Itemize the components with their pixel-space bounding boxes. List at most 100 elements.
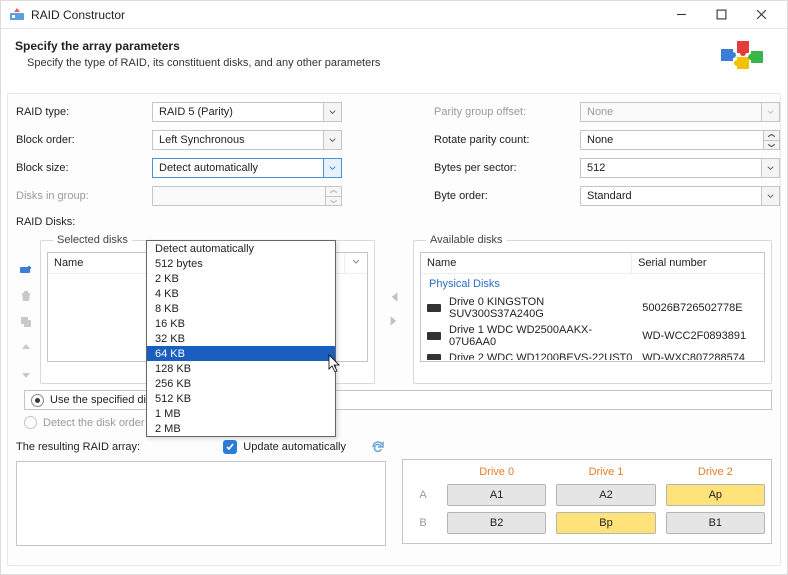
chevron-down-icon <box>761 159 779 177</box>
drive-header: Drive 2 <box>666 466 765 478</box>
resulting-array-box[interactable] <box>16 461 386 546</box>
page-header: Specify the array parameters Specify the… <box>1 29 787 93</box>
titlebar: RAID Constructor <box>1 1 787 29</box>
dropdown-option[interactable]: 4 KB <box>147 286 335 301</box>
radio-icon <box>31 394 44 407</box>
disk-icon <box>427 304 441 312</box>
list-item[interactable]: Drive 1 WDC WD2500AAKX-07U6AA0 WD-WCC2F08… <box>421 322 764 350</box>
add-disk-button[interactable] <box>16 260 36 280</box>
disk-group-label[interactable]: Physical Disks <box>421 274 764 294</box>
selected-disks-legend: Selected disks <box>53 234 132 246</box>
move-down-button[interactable] <box>16 364 36 384</box>
disk-toolbar <box>16 234 36 384</box>
dropdown-option[interactable]: 32 KB <box>147 331 335 346</box>
raid-disks-label: RAID Disks: <box>16 216 772 228</box>
transfer-buttons <box>379 234 409 384</box>
disks-in-group-label: Disks in group: <box>16 190 146 202</box>
block-order-label: Block order: <box>16 134 146 146</box>
chevron-down-icon <box>761 187 779 205</box>
disk-serial: WD-WXC807288574 <box>642 352 758 360</box>
radio-icon <box>24 416 37 429</box>
drive-row: BB2BpB1 <box>409 512 765 534</box>
byte-order-select[interactable]: Standard <box>580 186 780 206</box>
data-cell: B1 <box>666 512 765 534</box>
delete-disk-button[interactable] <box>16 286 36 306</box>
available-disks-list[interactable]: Name Serial number Physical Disks Drive … <box>420 252 765 362</box>
checkbox-label: Update automatically <box>243 441 346 453</box>
dropdown-option[interactable]: 16 KB <box>147 316 335 331</box>
disk-serial: WD-WCC2F0893891 <box>642 330 758 342</box>
block-size-label: Block size: <box>16 162 146 174</box>
detect-order-radio[interactable]: Detect the disk order automatically <box>24 416 772 429</box>
drive-row: AA1A2Ap <box>409 484 765 506</box>
parity-offset-label: Parity group offset: <box>434 106 574 118</box>
dropdown-option[interactable]: 8 KB <box>147 301 335 316</box>
row-label: B <box>409 517 437 529</box>
puzzle-icon <box>719 39 767 83</box>
disk-name: Drive 0 KINGSTON SUV300S37A240G <box>449 296 634 320</box>
block-order-select[interactable]: Left Synchronous <box>152 130 342 150</box>
dropdown-option[interactable]: 512 KB <box>147 391 335 406</box>
drive-header: Drive 0 <box>447 466 546 478</box>
raid-type-select[interactable]: RAID 5 (Parity) <box>152 102 342 122</box>
list-item[interactable]: Drive 2 WDC WD1200BEVS-22UST0 WD-WXC80728… <box>421 350 764 360</box>
move-up-button[interactable] <box>16 338 36 358</box>
disk-name: Drive 1 WDC WD2500AAKX-07U6AA0 <box>449 324 634 348</box>
drive-header: Drive 1 <box>556 466 655 478</box>
disk-icon <box>427 354 441 360</box>
dropdown-option[interactable]: 256 KB <box>147 376 335 391</box>
available-disks-group: Available disks Name Serial number Physi… <box>413 234 772 384</box>
column-options-icon[interactable] <box>345 253 367 273</box>
byte-order-value: Standard <box>587 190 632 202</box>
parity-cell: Ap <box>666 484 765 506</box>
disks-in-group-spin <box>152 186 342 206</box>
app-icon <box>9 7 25 23</box>
row-label: A <box>409 489 437 501</box>
move-right-button[interactable] <box>383 310 405 332</box>
dropdown-option[interactable]: Detect automatically <box>147 241 335 256</box>
disks-area: Selected disks Name Available disks <box>16 234 772 384</box>
parameters-form: RAID type: RAID 5 (Parity) Parity group … <box>16 102 772 206</box>
dropdown-option[interactable]: 64 KB <box>147 346 335 361</box>
dropdown-option[interactable]: 128 KB <box>147 361 335 376</box>
parity-offset-select: None <box>580 102 780 122</box>
spin-buttons[interactable] <box>763 131 779 149</box>
close-button[interactable] <box>741 2 781 28</box>
copy-disk-button[interactable] <box>16 312 36 332</box>
column-header[interactable]: Name <box>421 253 632 273</box>
list-item[interactable]: Drive 0 KINGSTON SUV300S37A240G50026B726… <box>421 294 764 322</box>
drive-layout-table: Drive 0Drive 1Drive 2 AA1A2ApBB2BpB1 <box>402 459 772 544</box>
disk-name: Drive 2 WDC WD1200BEVS-22UST0 <box>449 352 634 360</box>
use-specified-order-radio[interactable]: Use the specified disk order <box>24 390 772 410</box>
column-header[interactable]: Serial number <box>632 253 764 273</box>
data-cell: A1 <box>447 484 546 506</box>
rotate-parity-spin[interactable]: None <box>580 130 780 150</box>
disk-order-options: Use the specified disk order Detect the … <box>24 390 772 429</box>
minimize-button[interactable] <box>661 2 701 28</box>
chevron-down-icon <box>761 103 779 121</box>
dropdown-option[interactable]: 2 KB <box>147 271 335 286</box>
lower-section: The resulting RAID array: Update automat… <box>16 439 772 546</box>
dropdown-option[interactable]: 2 MB <box>147 421 335 436</box>
refresh-button[interactable] <box>370 439 386 455</box>
page-subtitle: Specify the type of RAID, its constituen… <box>27 57 719 69</box>
rotate-parity-value: None <box>587 134 613 146</box>
bytes-sector-label: Bytes per sector: <box>434 162 574 174</box>
bytes-sector-select[interactable]: 512 <box>580 158 780 178</box>
update-automatically-checkbox[interactable]: Update automatically <box>223 440 346 454</box>
dropdown-option[interactable]: 1 MB <box>147 406 335 421</box>
rotate-parity-label: Rotate parity count: <box>434 134 574 146</box>
raid-type-label: RAID type: <box>16 106 146 118</box>
resulting-array-label: The resulting RAID array: <box>16 441 140 453</box>
dropdown-option[interactable]: 512 bytes <box>147 256 335 271</box>
checkbox-checked-icon <box>223 440 237 454</box>
block-size-dropdown[interactable]: Detect automatically512 bytes2 KB4 KB8 K… <box>146 240 336 437</box>
block-order-value: Left Synchronous <box>159 134 245 146</box>
bytes-sector-value: 512 <box>587 162 605 174</box>
maximize-button[interactable] <box>701 2 741 28</box>
move-left-button[interactable] <box>383 286 405 308</box>
parity-offset-value: None <box>587 106 613 118</box>
spin-buttons <box>325 187 341 205</box>
block-size-select[interactable]: Detect automatically <box>152 158 342 178</box>
data-cell: B2 <box>447 512 546 534</box>
